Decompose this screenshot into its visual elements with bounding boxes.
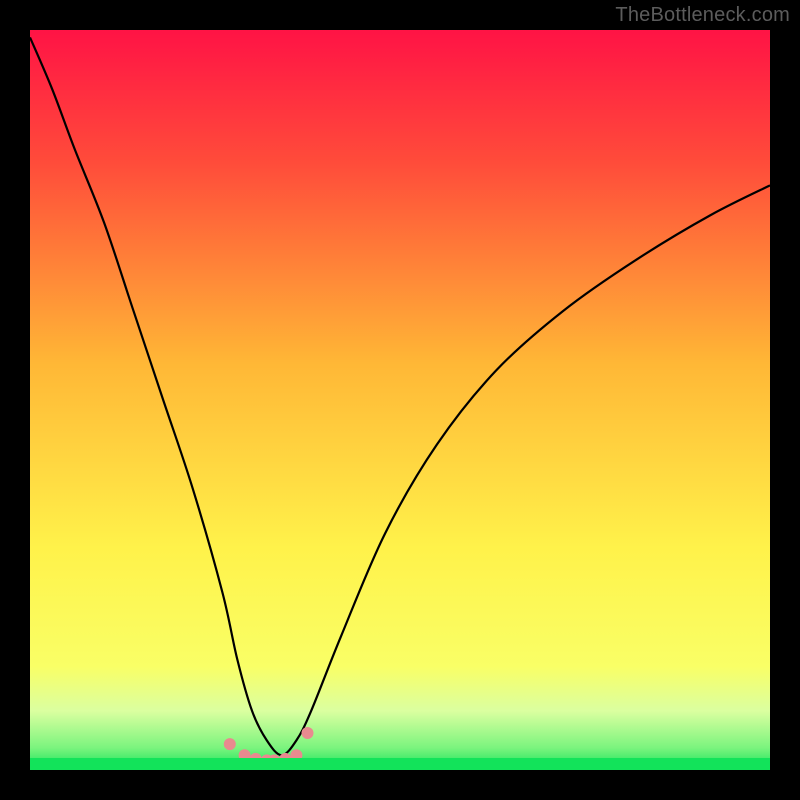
marker-dot: [302, 727, 314, 739]
watermark: TheBottleneck.com: [615, 4, 790, 27]
gradient-background: [30, 30, 770, 770]
frame: TheBottleneck.com: [0, 0, 800, 800]
chart-svg: [30, 30, 770, 770]
plot-area: [30, 30, 770, 770]
marker-dot: [224, 738, 236, 750]
green-baseline: [30, 758, 770, 770]
